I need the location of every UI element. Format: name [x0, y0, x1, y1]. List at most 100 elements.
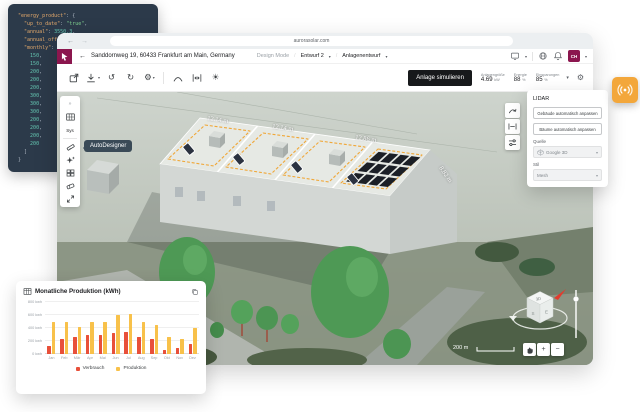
bar-verbrauch [137, 337, 141, 354]
y-tick-label: 400 kwh [28, 326, 42, 330]
lidar-panel-title: LIDAR [533, 96, 602, 102]
measure-tool-button[interactable] [505, 119, 520, 134]
bell-icon[interactable] [553, 51, 563, 61]
chevron-down-icon[interactable]: ▾ [98, 75, 100, 80]
bar-group [122, 302, 135, 354]
spacing-measure-button[interactable] [189, 70, 204, 85]
bar-produktion [142, 322, 146, 354]
download-button[interactable]: ▾ [85, 70, 100, 85]
chart-x-axis: JanFebMärAprMaiJunJulAugSepOktNovDez [45, 356, 199, 360]
x-tick-label: Okt [160, 356, 173, 360]
cube-top-label: 3D [535, 296, 541, 302]
filters-tool-button[interactable] [505, 135, 520, 150]
divider [163, 72, 164, 84]
bar-group [83, 302, 96, 354]
panels-grid-tool[interactable] [63, 112, 77, 122]
metric-anlagengroesse: Anlagengröße 4.69 kW [481, 73, 505, 83]
arc-tool-button[interactable] [505, 103, 520, 118]
design-toolbar: ▾ ↺ ↻ ⚙ ▾ ☀ Anlage simulieren [57, 64, 593, 92]
sun-irradiance-button[interactable]: ☀ [208, 70, 223, 85]
eraser-tool[interactable] [63, 181, 77, 191]
chevron-down-icon[interactable]: ▾ [566, 75, 569, 81]
fit-buildings-button[interactable]: Gebäude automatisch anpassen [533, 107, 602, 119]
monthly-production-card: Monatliche Produktion (kWh) 0 kwh200 kwh… [16, 281, 206, 394]
autodesigner-sparkle-tool[interactable] [63, 155, 77, 165]
bar-group [45, 302, 58, 354]
chevron-down-icon[interactable]: ▾ [329, 54, 331, 59]
legend-swatch [76, 367, 80, 371]
legend-label: Produktion [123, 366, 146, 371]
stil-select[interactable]: Mesh ▾ [533, 169, 602, 181]
address-bar[interactable]: aurorasolar.com [110, 36, 513, 46]
collapse-panel-icon[interactable]: » [63, 99, 77, 109]
arc-tool-button[interactable] [170, 70, 185, 85]
chevron-down-icon: ▾ [153, 75, 155, 80]
bar-verbrauch [112, 333, 116, 354]
metric-einsparungen: Einsparungen 85 % [536, 73, 559, 83]
x-tick-label: Sep [148, 356, 161, 360]
y-tick-label: 200 kwh [28, 339, 42, 343]
canvas-tool-palette: » Sys [60, 96, 80, 207]
metric-unit: % [522, 78, 525, 82]
browser-back-icon[interactable]: ← [67, 38, 74, 45]
zoom-out-button[interactable]: − [551, 343, 564, 356]
layout-grid-tool[interactable] [63, 168, 77, 178]
browser-forward-icon[interactable]: → [81, 38, 88, 45]
x-tick-label: Apr [83, 356, 96, 360]
anlagenentwurf-dropdown[interactable]: Anlagenentwurf [342, 53, 380, 59]
lidar-toggle-button[interactable] [612, 77, 638, 103]
legend-item: Verbrauch [76, 366, 105, 371]
bar-produktion [167, 337, 171, 354]
y-tick-label: 600 kwh [28, 313, 42, 317]
chevron-down-icon[interactable]: ▾ [525, 54, 527, 59]
page: "energy_product": { "up_to_date": "true"… [0, 0, 640, 412]
bar-verbrauch [60, 339, 64, 354]
map-controls: + − [523, 343, 564, 356]
chevron-down-icon[interactable]: ▾ [385, 54, 387, 59]
back-button[interactable]: ← [79, 53, 86, 60]
avatar[interactable]: CH [568, 50, 580, 62]
lidar-waves-icon [617, 82, 633, 98]
breadcrumb-separator: / [336, 53, 337, 59]
ruler-tool[interactable] [63, 142, 77, 152]
bar-produktion [90, 322, 94, 354]
y-tick-label: 0 kwh [32, 352, 42, 356]
undo-button[interactable]: ↺ [104, 70, 119, 85]
entwurf-dropdown[interactable]: Entwurf 2 [301, 53, 324, 59]
canvas-mini-toolbar [505, 103, 520, 150]
gear-icon: ⚙ [144, 72, 152, 83]
bar-group [109, 302, 122, 354]
quelle-value: Google 3D [546, 150, 594, 155]
quelle-select[interactable]: Google 3D ▾ [533, 146, 602, 158]
bar-group [186, 302, 199, 354]
globe-icon[interactable] [538, 51, 548, 61]
export-image-button[interactable] [66, 70, 81, 85]
bar-verbrauch [124, 332, 128, 354]
cursor-logo-icon [60, 52, 69, 61]
bar-group [135, 302, 148, 354]
zoom-in-button[interactable]: + [537, 343, 550, 356]
legend-label: Verbrauch [83, 366, 105, 371]
expand-arrows-tool[interactable] [63, 194, 77, 204]
x-tick-label: Jul [122, 356, 135, 360]
display-icon[interactable] [510, 51, 520, 61]
simulate-button[interactable]: Anlage simulieren [408, 70, 472, 86]
address-bar-url: aurorasolar.com [294, 38, 330, 44]
redo-button[interactable]: ↻ [123, 70, 138, 85]
sys-tool[interactable]: Sys [63, 125, 77, 135]
gear-icon[interactable]: ⚙ [577, 73, 584, 82]
bar-verbrauch [47, 346, 51, 354]
x-tick-label: Jun [109, 356, 122, 360]
fit-trees-button[interactable]: Bäume automatisch anpassen [533, 123, 602, 135]
pan-hand-button[interactable] [523, 343, 536, 356]
breadcrumb-separator: / [294, 53, 295, 59]
x-tick-label: Mär [71, 356, 84, 360]
slider-handle[interactable] [573, 296, 578, 301]
settings-gear-button[interactable]: ⚙ ▾ [142, 70, 157, 85]
copy-icon[interactable] [191, 288, 199, 296]
chevron-down-icon[interactable]: ▾ [585, 54, 587, 59]
aurora-logo [57, 49, 72, 64]
bar-produktion [52, 322, 56, 354]
bar-produktion [193, 328, 197, 354]
legend-swatch [116, 367, 120, 371]
